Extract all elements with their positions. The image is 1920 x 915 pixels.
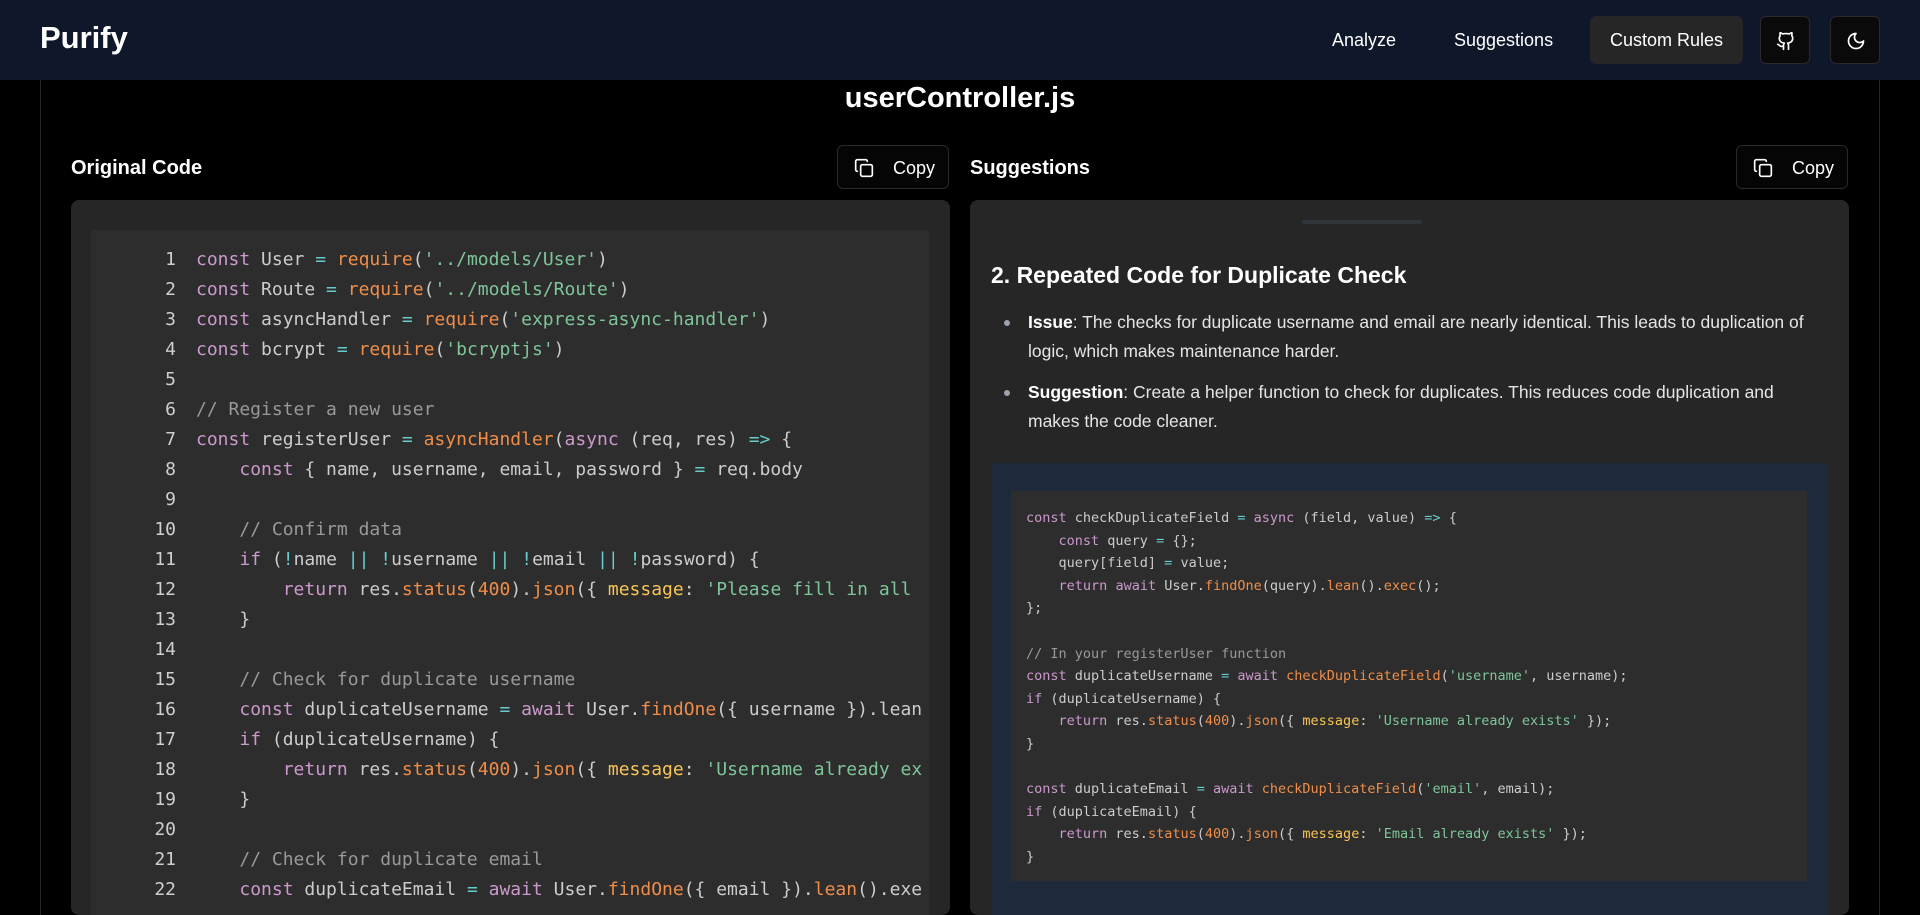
snippet-line: const checkDuplicateField = async (field…: [1026, 510, 1457, 526]
top-navbar: Purify Analyze Suggestions Custom Rules: [0, 0, 1920, 80]
issue-text: : The checks for duplicate username and …: [1028, 312, 1804, 361]
github-icon: [1776, 31, 1794, 51]
github-button[interactable]: [1760, 16, 1810, 64]
copy-suggestions-button[interactable]: Copy: [1736, 145, 1848, 189]
line-number: 19: [154, 789, 176, 810]
nav-suggestions[interactable]: Suggestions: [1434, 16, 1573, 64]
suggestion-label: Suggestion: [1028, 382, 1124, 402]
line-number: 22: [154, 879, 176, 900]
code-line: 21 // Check for duplicate email: [91, 845, 542, 875]
line-number: 2: [165, 279, 176, 300]
line-number: 1: [165, 249, 176, 270]
issue-bullet: Issue: The checks for duplicate username…: [1004, 308, 1808, 366]
line-number: 6: [165, 399, 176, 420]
code-line: 2 const Route = require('../models/Route'…: [91, 275, 629, 305]
copy-icon: [854, 158, 874, 178]
suggestion-text: : Create a helper function to check for …: [1028, 382, 1774, 431]
snippet-line: const duplicateEmail = await checkDuplic…: [1026, 781, 1555, 798]
line-number: 3: [165, 309, 176, 330]
code-line: 6// Register a new user: [91, 395, 434, 425]
code-line: 9: [91, 485, 196, 515]
line-number: 7: [165, 429, 176, 450]
snippet-line: if (duplicateUsername) {: [1026, 690, 1222, 707]
snippet-line: // In your registerUser function: [1026, 645, 1287, 662]
code-line: 14: [91, 635, 196, 665]
code-line: 18 return res.status(400).json({ message…: [91, 755, 922, 785]
snippet-line: return res.status(400).json({ message: '…: [1058, 713, 1612, 730]
code-line: 13 }: [91, 605, 250, 635]
original-code-title: Original Code: [71, 157, 203, 179]
snippet-line: const query = {};: [1058, 532, 1197, 549]
code-line: 10 // Confirm data: [91, 515, 402, 545]
code-line: 7 const registerUser = asyncHandler(async…: [91, 425, 792, 455]
snippet-line: if (duplicateEmail) {: [1026, 803, 1197, 820]
snippet-line: }: [1026, 849, 1035, 865]
line-number: 21: [154, 849, 176, 870]
code-line: 11 if (!name || !username || !email || !…: [91, 545, 759, 575]
line-number: 17: [154, 729, 176, 750]
nav-custom-rules[interactable]: Custom Rules: [1590, 16, 1744, 64]
line-number: 16: [154, 699, 176, 720]
line-number: 11: [154, 549, 176, 570]
brand-logo[interactable]: Purify: [40, 20, 128, 56]
line-number: 4: [165, 339, 176, 360]
code-line: 15 // Check for duplicate username: [91, 665, 575, 695]
line-number: 10: [154, 519, 176, 540]
scroll-indicator: [1302, 220, 1422, 224]
line-number: 14: [154, 639, 176, 660]
snippet-line: return await User.findOne(query).lean().…: [1058, 577, 1441, 594]
code-line: 16 const duplicateUsername = await User.…: [91, 695, 922, 725]
code-line: 4 const bcrypt = require('bcryptjs'): [91, 335, 564, 365]
theme-toggle-button[interactable]: [1830, 16, 1880, 64]
code-line: 19 }: [91, 785, 250, 815]
original-code-panel: 1 const User = require('../models/User') 2…: [71, 200, 950, 915]
issue-label: Issue: [1028, 312, 1073, 332]
snippet-line: return res.status(400).json({ message: '…: [1058, 826, 1587, 843]
code-line: 8 const { name, username, email, passwor…: [91, 455, 803, 485]
file-title: userController.js: [844, 82, 1076, 114]
line-number: 13: [154, 609, 176, 630]
copy-label: Copy: [893, 158, 936, 178]
copy-original-button[interactable]: Copy: [837, 145, 949, 189]
suggestion-code-snippet[interactable]: const checkDuplicateField = async (field…: [1011, 491, 1807, 881]
line-number: 18: [154, 759, 176, 780]
copy-label: Copy: [1792, 158, 1835, 178]
snippet-line: }: [1026, 736, 1035, 752]
line-number: 5: [165, 369, 176, 390]
code-line: 22 const duplicateEmail = await User.fin…: [91, 875, 922, 905]
nav-analyze[interactable]: Analyze: [1312, 16, 1416, 64]
code-line: 3 const asyncHandler = require('express-a…: [91, 305, 770, 335]
code-line: 17 if (duplicateUsername) {: [91, 725, 499, 755]
suggestions-title: Suggestions: [970, 157, 1091, 179]
line-number: 12: [154, 579, 176, 600]
line-number: 15: [154, 669, 176, 690]
copy-icon: [1753, 158, 1773, 178]
snippet-line: query[field] = value;: [1026, 555, 1230, 572]
line-number: 9: [165, 489, 176, 510]
suggestion-bullet: Suggestion: Create a helper function to …: [1004, 378, 1808, 436]
code-line: 1 const User = require('../models/User'): [91, 245, 608, 275]
line-number: 8: [165, 459, 176, 480]
code-block[interactable]: 1 const User = require('../models/User') 2…: [91, 230, 929, 915]
code-line: 5: [91, 365, 196, 395]
snippet-line: };: [1026, 600, 1043, 617]
suggestion-heading: 2. Repeated Code for Duplicate Check: [991, 262, 1407, 288]
line-number: 20: [154, 819, 176, 840]
code-line: 12 return res.status(400).json({ message…: [91, 575, 911, 605]
snippet-line: const duplicateUsername = await checkDup…: [1026, 668, 1628, 685]
code-line: 20: [91, 815, 196, 845]
moon-icon: [1847, 32, 1865, 50]
